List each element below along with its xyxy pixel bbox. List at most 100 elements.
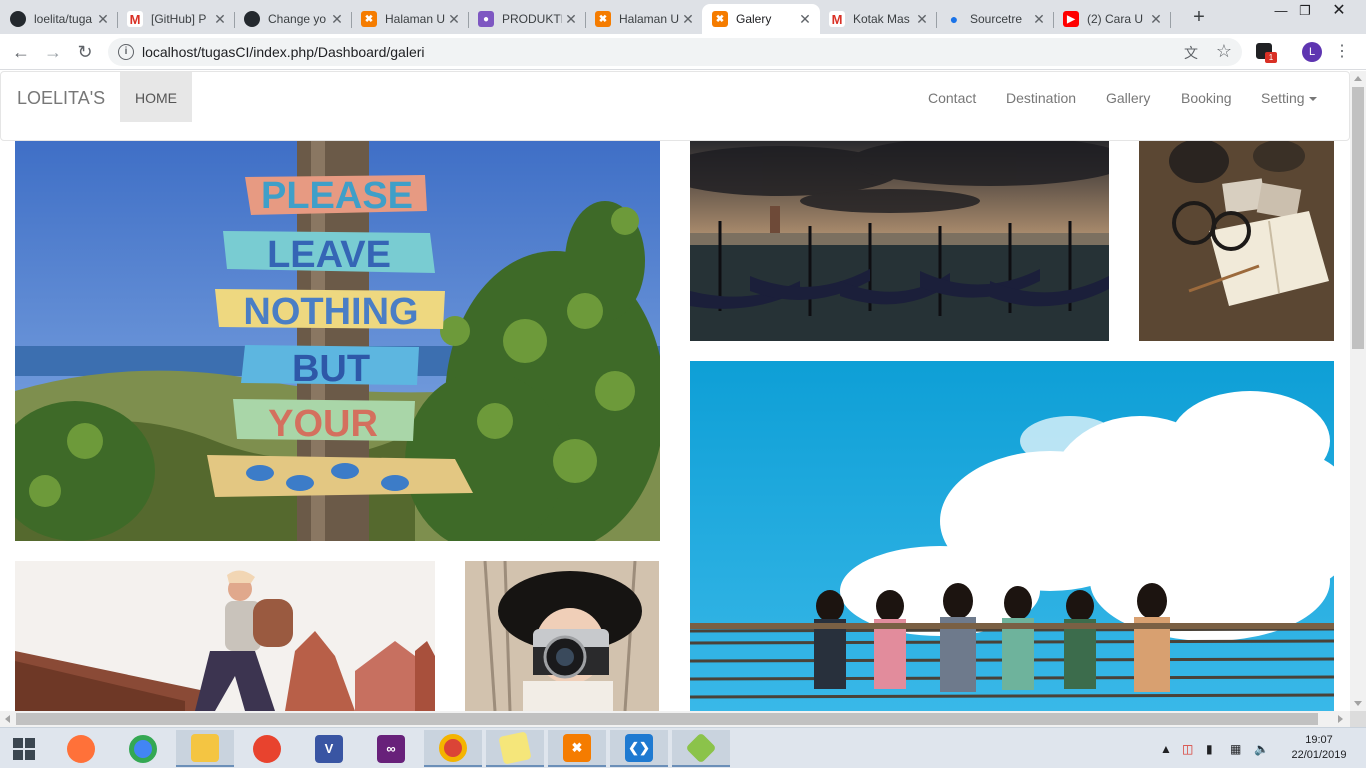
visual-studio-icon: ∞ — [377, 734, 405, 763]
taskbar-sourcetree[interactable] — [672, 730, 730, 767]
sticky-notes-icon — [498, 730, 532, 765]
tray-network-error-icon[interactable]: ◫ — [1182, 728, 1193, 769]
tray-signal-icon[interactable]: ▦ — [1230, 728, 1241, 769]
gallery-photo-camera[interactable] — [465, 561, 659, 711]
browser-tab[interactable]: Change yo ✕ — [234, 4, 352, 34]
tab-title: Sourcetre — [970, 12, 1023, 26]
youtube-icon: ▶ — [1063, 11, 1079, 27]
gallery-photo-notebook[interactable] — [1139, 141, 1334, 341]
taskbar-visual-studio[interactable]: ∞ — [362, 730, 420, 767]
nav-link-gallery[interactable]: Gallery — [1106, 90, 1150, 106]
bookmark-star-icon[interactable]: ☆ — [1216, 41, 1232, 62]
tab-close-icon[interactable]: ✕ — [679, 11, 697, 28]
site-info-icon[interactable]: i — [118, 44, 134, 60]
nav-link-contact[interactable]: Contact — [928, 90, 976, 106]
recorder-icon — [253, 734, 281, 763]
browser-tab[interactable]: M [GitHub] P ✕ — [117, 4, 235, 34]
page-viewport: PLEASE LEAVE NOTHING BUT YOUR LOELITA'S … — [0, 71, 1350, 711]
browser-tab[interactable]: ● Sourcetre ✕ — [936, 4, 1054, 34]
url-text[interactable]: localhost/tugasCI/index.php/Dashboard/ga… — [142, 44, 425, 60]
window-close-button[interactable]: ✕ — [1316, 2, 1362, 30]
browser-tab[interactable]: ▶ (2) Cara U ✕ — [1053, 4, 1171, 34]
extension-badge: 1 — [1265, 52, 1277, 63]
tab-close-icon[interactable]: ✕ — [1147, 11, 1165, 28]
taskbar-screen-recorder[interactable] — [238, 730, 296, 767]
scroll-down-arrow-icon[interactable] — [1354, 701, 1362, 706]
browser-tab[interactable]: ✖ Halaman U ✕ — [585, 4, 703, 34]
tab-close-icon[interactable]: ✕ — [562, 11, 580, 28]
gallery-photo-venice[interactable] — [690, 141, 1109, 341]
tab-close-icon[interactable]: ✕ — [328, 11, 346, 28]
browser-menu-icon[interactable]: ⋮ — [1334, 40, 1350, 64]
nav-home-button[interactable]: HOME — [120, 72, 192, 122]
visio-icon: V — [315, 734, 343, 763]
taskbar-chrome-pinned[interactable] — [114, 730, 172, 767]
translate-icon[interactable]: 文 — [1182, 43, 1200, 61]
camera-image — [465, 561, 659, 711]
sign-word-3: NOTHING — [243, 291, 418, 333]
browser-tab[interactable]: loelita/tuga ✕ — [0, 4, 118, 34]
taskbar-clock[interactable]: 19:07 22/01/2019 — [1282, 733, 1356, 763]
nav-dropdown-setting[interactable]: Setting — [1261, 90, 1317, 106]
taskbar-vscode[interactable]: ❮❯ — [610, 730, 668, 767]
taskbar-sticky-notes[interactable] — [486, 730, 544, 767]
profile-avatar[interactable]: L — [1302, 42, 1322, 62]
site-brand[interactable]: LOELITA'S — [17, 88, 105, 109]
back-button[interactable]: ← — [8, 40, 34, 64]
taskbar-file-explorer[interactable] — [176, 730, 234, 767]
tab-close-icon[interactable]: ✕ — [913, 11, 931, 28]
extension-icon[interactable]: 1 — [1256, 43, 1277, 63]
new-tab-button[interactable]: + — [1186, 6, 1212, 30]
tab-close-icon[interactable]: ✕ — [1030, 11, 1048, 28]
caret-down-icon — [1308, 97, 1317, 102]
tab-separator — [1170, 12, 1171, 28]
gallery-photo-friends[interactable] — [690, 361, 1334, 711]
scroll-up-arrow-icon[interactable] — [1354, 76, 1362, 81]
tab-title: Galery — [736, 12, 772, 26]
gallery-photo-hiker[interactable] — [15, 561, 435, 711]
forward-button[interactable]: → — [40, 40, 66, 64]
tab-close-icon[interactable]: ✕ — [211, 11, 229, 28]
xampp-icon: ✖ — [361, 11, 377, 27]
nav-link-booking[interactable]: Booking — [1181, 90, 1232, 106]
maps-pin-icon: ● — [949, 11, 959, 27]
xampp-icon: ✖ — [712, 11, 728, 27]
xampp-icon: ✖ — [563, 733, 591, 762]
tab-close-icon[interactable]: ✕ — [445, 11, 463, 28]
tray-volume-icon[interactable]: 🔈 — [1254, 728, 1269, 769]
hiker-image — [15, 561, 435, 711]
clock-time: 19:07 — [1305, 734, 1333, 746]
tab-close-icon[interactable]: ✕ — [796, 11, 814, 28]
sign-word-4: BUT — [292, 348, 370, 390]
classroom-icon: ● — [478, 11, 494, 27]
horizontal-scrollbar[interactable] — [0, 711, 1350, 727]
friends-image — [690, 361, 1334, 711]
tray-show-hidden-icon[interactable]: ▲ — [1160, 728, 1172, 769]
vertical-scrollbar[interactable] — [1350, 71, 1366, 711]
signpost-image: PLEASE LEAVE NOTHING BUT YOUR — [15, 141, 660, 541]
nav-link-destination[interactable]: Destination — [1006, 90, 1076, 106]
start-button[interactable] — [0, 728, 48, 769]
windows-logo-icon — [13, 737, 35, 760]
taskbar-firefox[interactable] — [52, 730, 110, 767]
windows-taskbar: V ∞ ✖ ❮❯ ▲ ◫ ▮ ▦ 🔈 19:07 22/01/2019 — [0, 727, 1366, 768]
scroll-right-arrow-icon[interactable] — [1338, 715, 1343, 723]
horizontal-scroll-thumb[interactable] — [16, 713, 1318, 725]
browser-tab[interactable]: ✖ Galery ✕ — [702, 4, 820, 34]
address-bar[interactable]: i localhost/tugasCI/index.php/Dashboard/… — [108, 38, 1242, 66]
taskbar-visio[interactable]: V — [300, 730, 358, 767]
sign-word-2: LEAVE — [267, 234, 391, 276]
notebook-image — [1139, 141, 1334, 341]
tab-title: Halaman U — [385, 12, 445, 26]
browser-tab[interactable]: ● PRODUKTI ✕ — [468, 4, 586, 34]
tray-battery-icon[interactable]: ▮ — [1206, 728, 1213, 769]
browser-tab[interactable]: ✖ Halaman U ✕ — [351, 4, 469, 34]
browser-tab[interactable]: M Kotak Mas ✕ — [819, 4, 937, 34]
taskbar-chrome[interactable] — [424, 730, 482, 767]
tab-close-icon[interactable]: ✕ — [94, 11, 112, 28]
vertical-scroll-thumb[interactable] — [1352, 87, 1364, 349]
reload-button[interactable]: ↻ — [72, 40, 98, 64]
taskbar-xampp[interactable]: ✖ — [548, 730, 606, 767]
gallery-photo-signpost[interactable]: PLEASE LEAVE NOTHING BUT YOUR — [15, 141, 660, 541]
scroll-left-arrow-icon[interactable] — [5, 715, 10, 723]
